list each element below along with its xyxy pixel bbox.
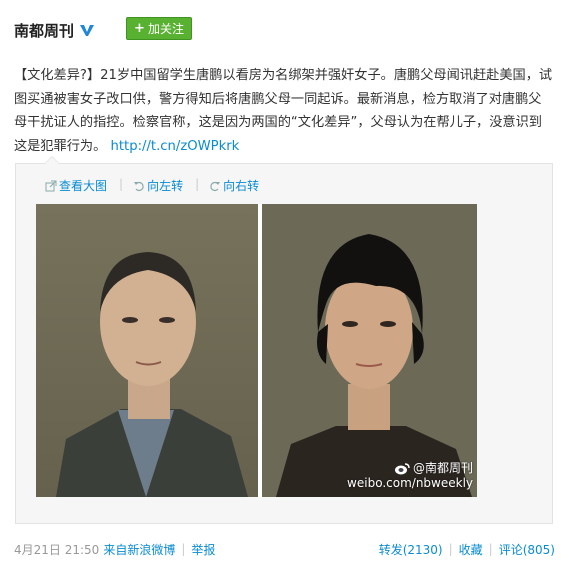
follow-label: 加关注 xyxy=(147,22,184,36)
view-large-button[interactable]: 查看大图 xyxy=(45,177,107,194)
photo-divider xyxy=(258,204,262,497)
media-box: 查看大图 | 向左转 | 向右转 @南都周刊 weibo.com/nbweekl… xyxy=(15,156,553,524)
account-name[interactable]: 南都周刊 xyxy=(14,20,74,41)
source-link[interactable]: 来自新浪微博 xyxy=(103,541,175,558)
follow-button[interactable]: + 加关注 xyxy=(126,17,192,40)
rotate-right-icon xyxy=(210,181,221,191)
weibo-logo-icon xyxy=(394,462,410,474)
rotate-left-icon xyxy=(134,181,144,191)
short-link[interactable]: http://t.cn/zOWPkrk xyxy=(111,139,240,154)
separator: | xyxy=(181,542,186,556)
report-link[interactable]: 举报 xyxy=(191,541,215,558)
post-tag: 【文化差异?】 xyxy=(14,68,101,83)
media-arrow xyxy=(44,156,60,164)
timestamp-link[interactable]: 4月21日 21:50 xyxy=(14,541,99,558)
separator: | xyxy=(448,542,453,556)
photo-watermark: @南都周刊 weibo.com/nbweekly xyxy=(347,461,473,491)
mugshot-man xyxy=(36,204,258,497)
mugshot-woman xyxy=(262,204,477,497)
favorite-link[interactable]: 收藏 xyxy=(459,541,483,558)
repost-link[interactable]: 转发(2130) xyxy=(379,541,443,558)
rotate-right-button[interactable]: 向右转 xyxy=(209,177,259,194)
media-toolbar: 查看大图 | 向左转 | 向右转 xyxy=(45,177,271,194)
watermark-url: weibo.com/nbweekly xyxy=(347,476,473,490)
post-footer: 4月21日 21:50 来自新浪微博 | 举报 转发(2130) | 收藏 | … xyxy=(14,541,555,557)
view-large-label: 查看大图 xyxy=(59,179,108,193)
verified-v-icon[interactable] xyxy=(79,22,95,38)
comment-link[interactable]: 评论(805) xyxy=(499,541,555,558)
watermark-handle: @南都周刊 xyxy=(412,461,473,475)
plus-icon: + xyxy=(134,21,145,36)
post-text: 【文化差异?】21岁中国留学生唐鹏以看房为名绑架并强奸女子。唐鹏父母闻讯赶赴美国… xyxy=(14,64,554,158)
separator: | xyxy=(195,177,200,191)
rotate-left-button[interactable]: 向左转 xyxy=(133,177,183,194)
separator: | xyxy=(488,542,493,556)
post-photo[interactable]: @南都周刊 weibo.com/nbweekly xyxy=(36,204,477,497)
post-header: 南都周刊 xyxy=(14,14,95,46)
rotate-left-label: 向左转 xyxy=(147,179,184,193)
rotate-right-label: 向右转 xyxy=(223,179,260,193)
expand-icon xyxy=(45,180,57,191)
separator: | xyxy=(119,177,124,191)
